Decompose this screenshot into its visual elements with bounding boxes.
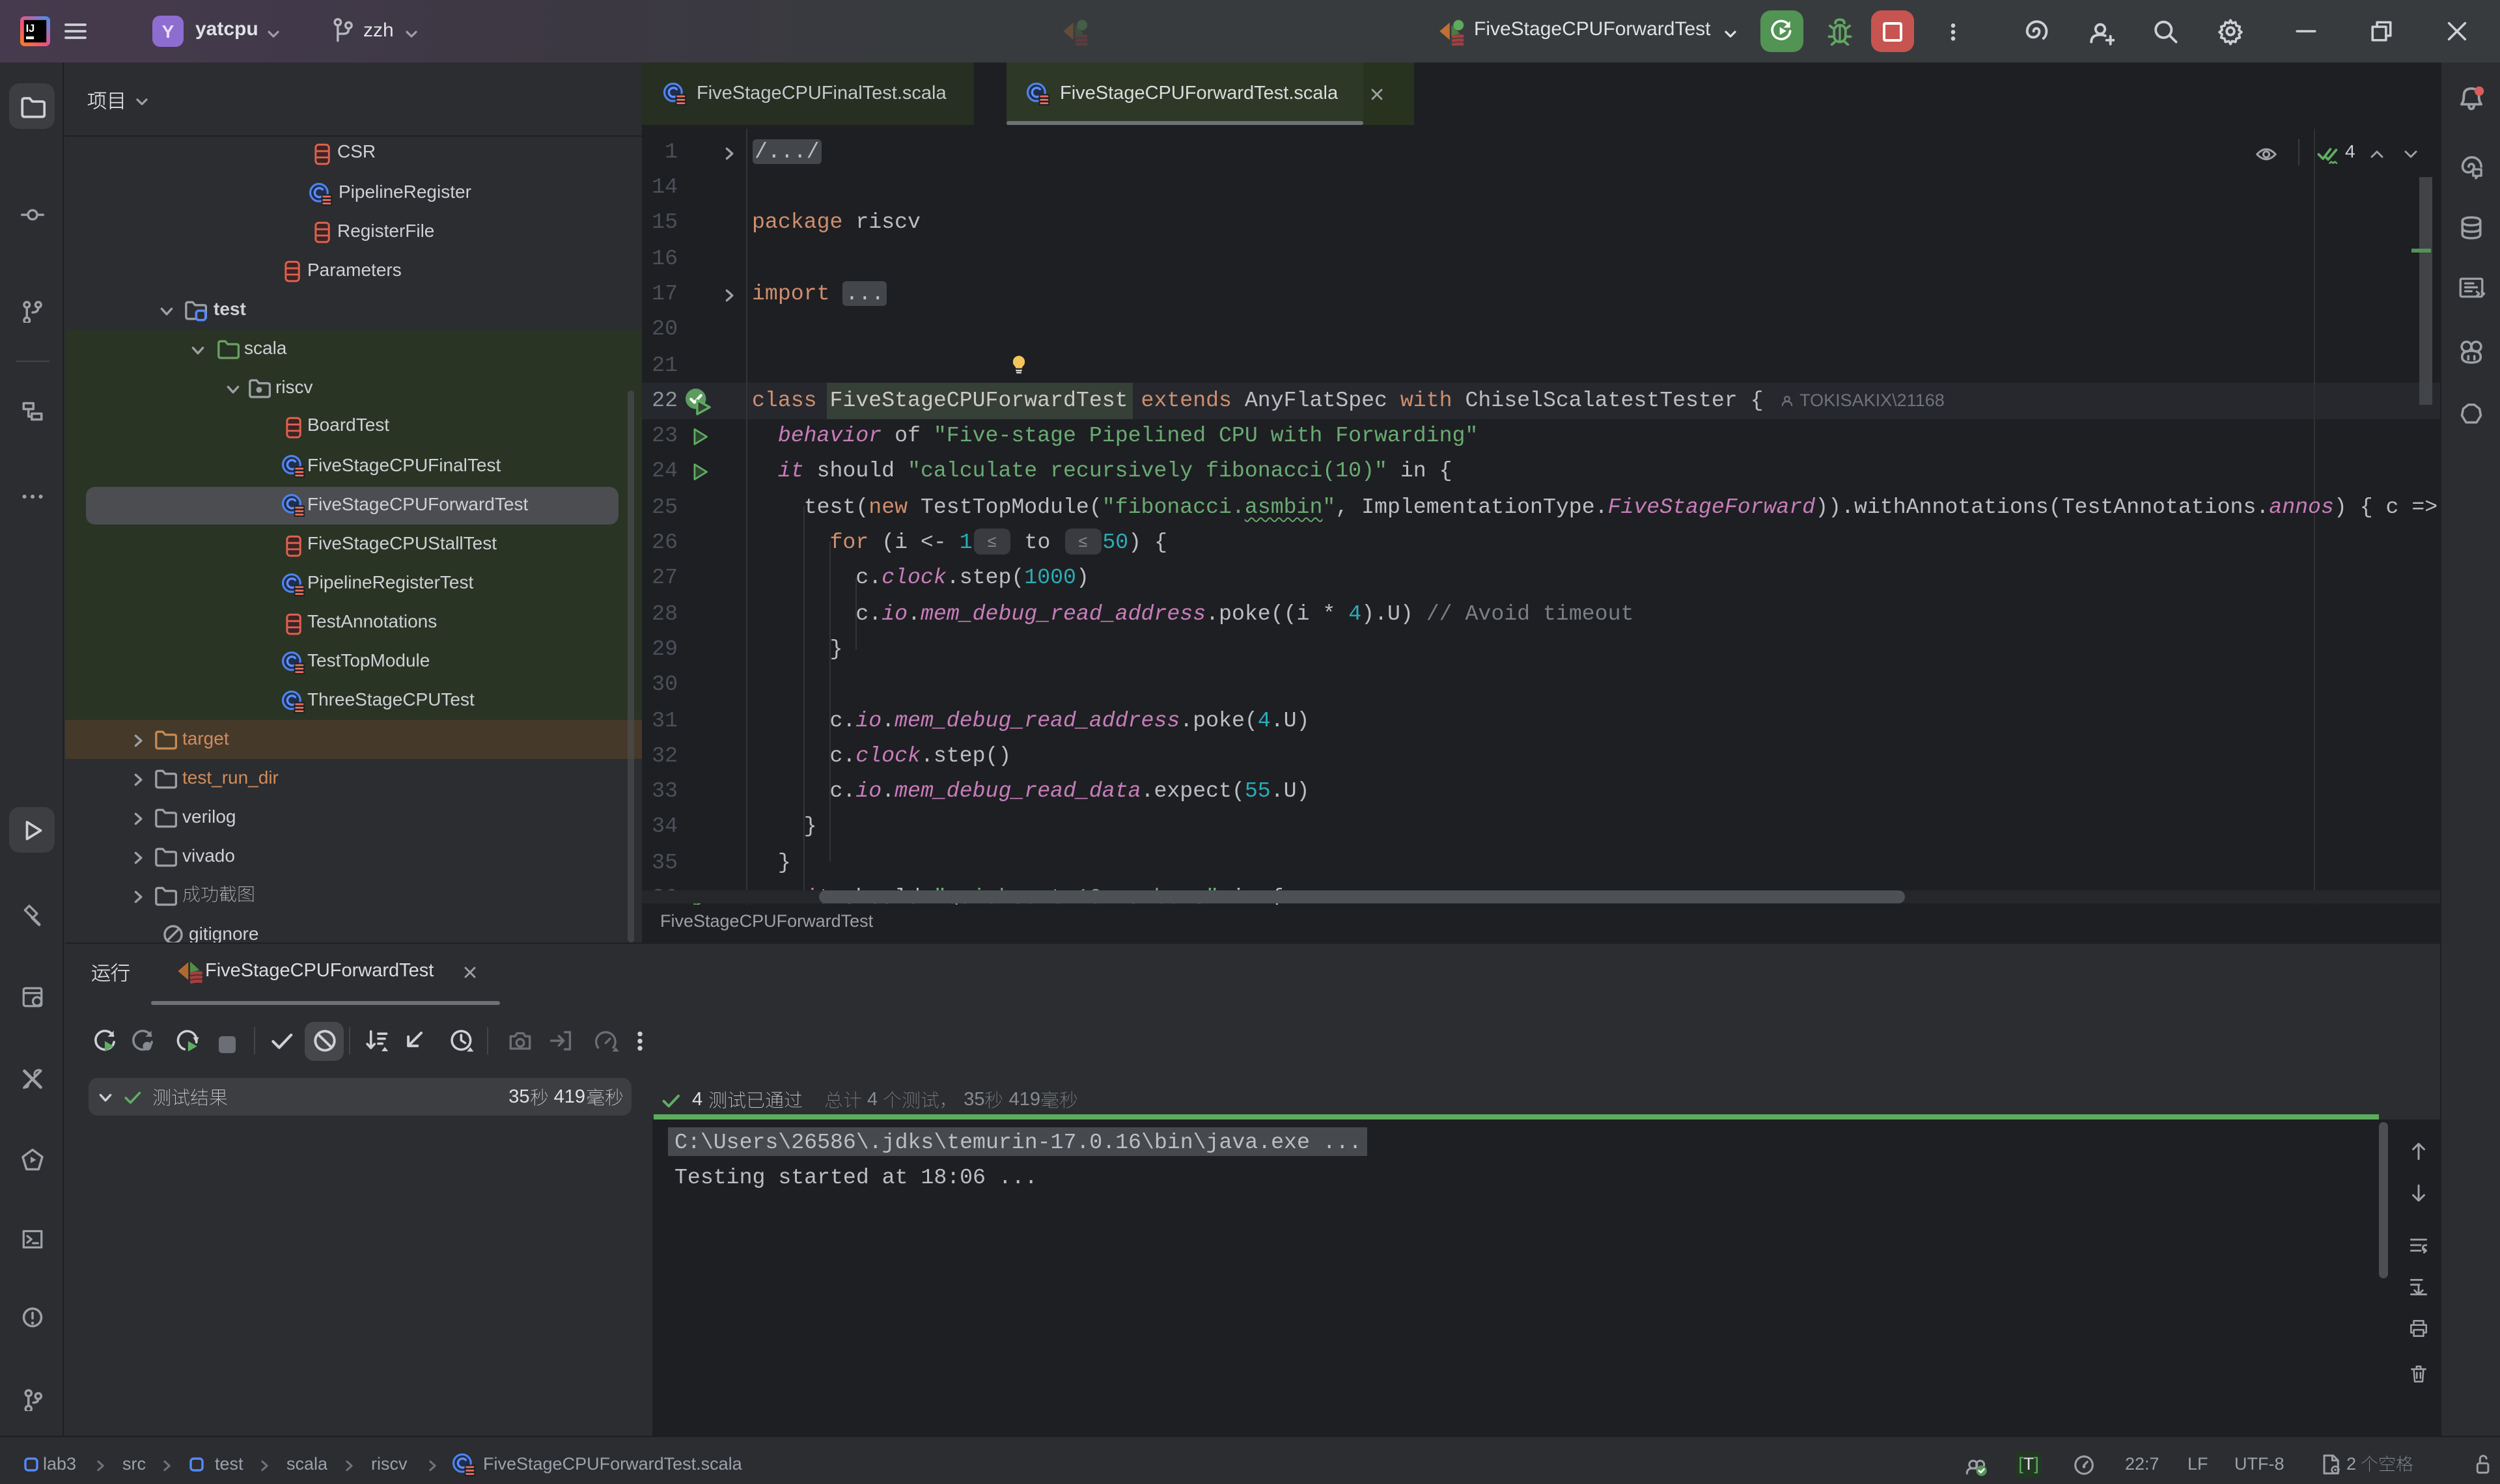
svg-text:IJ: IJ — [26, 23, 35, 34]
